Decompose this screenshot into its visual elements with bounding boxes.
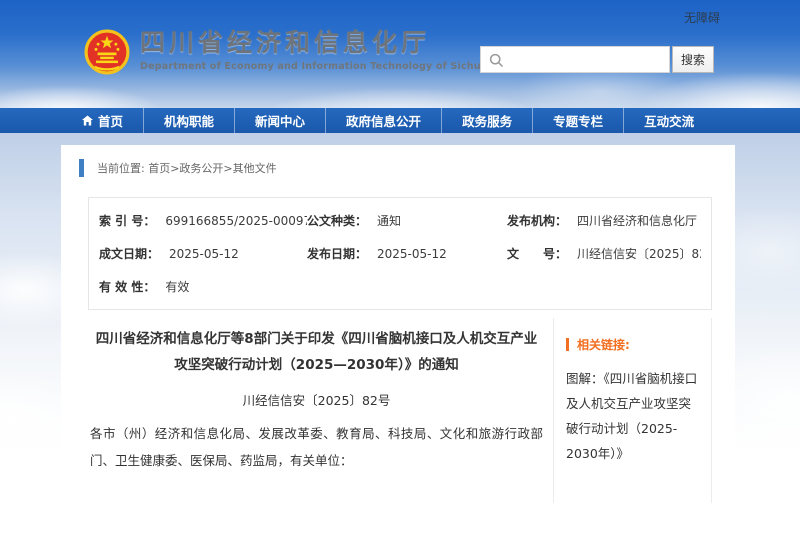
meta-label: 文 号： (507, 245, 567, 262)
related-heading-label: 相关链接: (577, 336, 630, 353)
meta-publish-date: 发布日期： 2025-05-12 (307, 237, 507, 270)
meta-label: 发布机构： (507, 212, 567, 229)
meta-doc-number: 文 号： 川经信信安〔2025〕82号 (507, 237, 701, 270)
meta-label: 成文日期： (99, 245, 159, 262)
meta-value: 2025-05-12 (169, 247, 239, 261)
content-panel: 当前位置: 首页>政务公开>其他文件 索 引 号： 699166855/2025… (61, 145, 735, 543)
nav-item-services[interactable]: 政务服务 (441, 108, 532, 133)
document-main-column: 四川省经济和信息化厅等8部门关于印发《四川省脑机接口及人机交互产业攻坚突破行动计… (88, 318, 553, 503)
national-emblem-icon (84, 29, 130, 75)
document-reference-number: 川经信信安〔2025〕82号 (90, 390, 543, 409)
breadcrumb: 当前位置: 首页>政务公开>其他文件 (79, 159, 735, 177)
document-meta-table: 索 引 号： 699166855/2025-00097 公文种类： 通知 发布机… (88, 197, 712, 310)
related-links-heading: 相关链接: (566, 336, 699, 353)
meta-label: 发布日期： (307, 245, 367, 262)
home-icon (82, 115, 93, 126)
meta-value: 有效 (165, 278, 189, 295)
meta-label: 公文种类： (307, 212, 367, 229)
nav-item-interaction[interactable]: 互动交流 (623, 108, 714, 133)
document-title: 四川省经济和信息化厅等8部门关于印发《四川省脑机接口及人机交互产业攻坚突破行动计… (90, 326, 543, 379)
search-icon (489, 53, 504, 68)
nav-item-label: 互动交流 (644, 111, 694, 130)
main-navigation: 首页 机构职能 新闻中心 政府信息公开 政务服务 专题专栏 互动交流 (0, 108, 800, 133)
meta-validity: 有 效 性： 有效 (99, 270, 307, 303)
nav-item-gov-info[interactable]: 政府信息公开 (325, 108, 441, 133)
accessibility-link[interactable]: 无障碍 (684, 9, 720, 26)
document-body-row: 四川省经济和信息化厅等8部门关于印发《四川省脑机接口及人机交互产业攻坚突破行动计… (88, 318, 712, 503)
meta-issuing-agency: 发布机构： 四川省经济和信息化厅 四川... (507, 204, 701, 237)
meta-value: 川经信信安〔2025〕82号 (577, 245, 701, 262)
site-logo[interactable]: 四川省经济和信息化厅 Department of Economy and Inf… (84, 29, 546, 75)
page-background: 无障碍 四川省经济和信息化厅 Department of Economy and… (0, 0, 800, 451)
nav-item-label: 首页 (98, 111, 123, 130)
nav-item-label: 机构职能 (164, 111, 214, 130)
search-input[interactable] (509, 47, 671, 74)
meta-label: 索 引 号： (99, 212, 155, 229)
meta-value: 699166855/2025-00097 (165, 214, 307, 228)
related-link-item[interactable]: 图解：《四川省脑机接口及人机交互产业攻坚突破行动计划（2025-2030年）》 (566, 366, 699, 466)
meta-index-number: 索 引 号： 699166855/2025-00097 (99, 204, 307, 237)
nav-item-topics[interactable]: 专题专栏 (532, 108, 623, 133)
nav-items: 首页 机构职能 新闻中心 政府信息公开 政务服务 专题专栏 互动交流 (62, 108, 714, 133)
nav-item-functions[interactable]: 机构职能 (143, 108, 234, 133)
meta-value: 2025-05-12 (377, 247, 447, 261)
meta-value: 通知 (377, 212, 401, 229)
meta-value: 四川省经济和信息化厅 四川... (577, 212, 701, 229)
search-bar: 搜索 (480, 46, 714, 73)
meta-written-date: 成文日期： 2025-05-12 (99, 237, 307, 270)
search-button[interactable]: 搜索 (672, 46, 714, 73)
nav-item-news[interactable]: 新闻中心 (234, 108, 325, 133)
nav-item-label: 政务服务 (462, 111, 512, 130)
breadcrumb-accent-bar (79, 159, 84, 177)
nav-item-label: 专题专栏 (553, 111, 603, 130)
site-header: 无障碍 四川省经济和信息化厅 Department of Economy and… (0, 0, 800, 108)
meta-doc-type: 公文种类： 通知 (307, 204, 507, 237)
breadcrumb-text[interactable]: 当前位置: 首页>政务公开>其他文件 (97, 160, 277, 176)
meta-label: 有 效 性： (99, 278, 155, 295)
related-links-sidebar: 相关链接: 图解：《四川省脑机接口及人机交互产业攻坚突破行动计划（2025-20… (553, 318, 712, 503)
related-accent-bar (566, 338, 569, 351)
search-field[interactable] (480, 46, 670, 73)
document-paragraph: 各市（州）经济和信息化局、发展改革委、教育局、科技局、文化和旅游行政部门、卫生健… (90, 421, 543, 475)
nav-item-home[interactable]: 首页 (62, 108, 143, 133)
nav-item-label: 新闻中心 (255, 111, 305, 130)
nav-item-label: 政府信息公开 (346, 111, 421, 130)
